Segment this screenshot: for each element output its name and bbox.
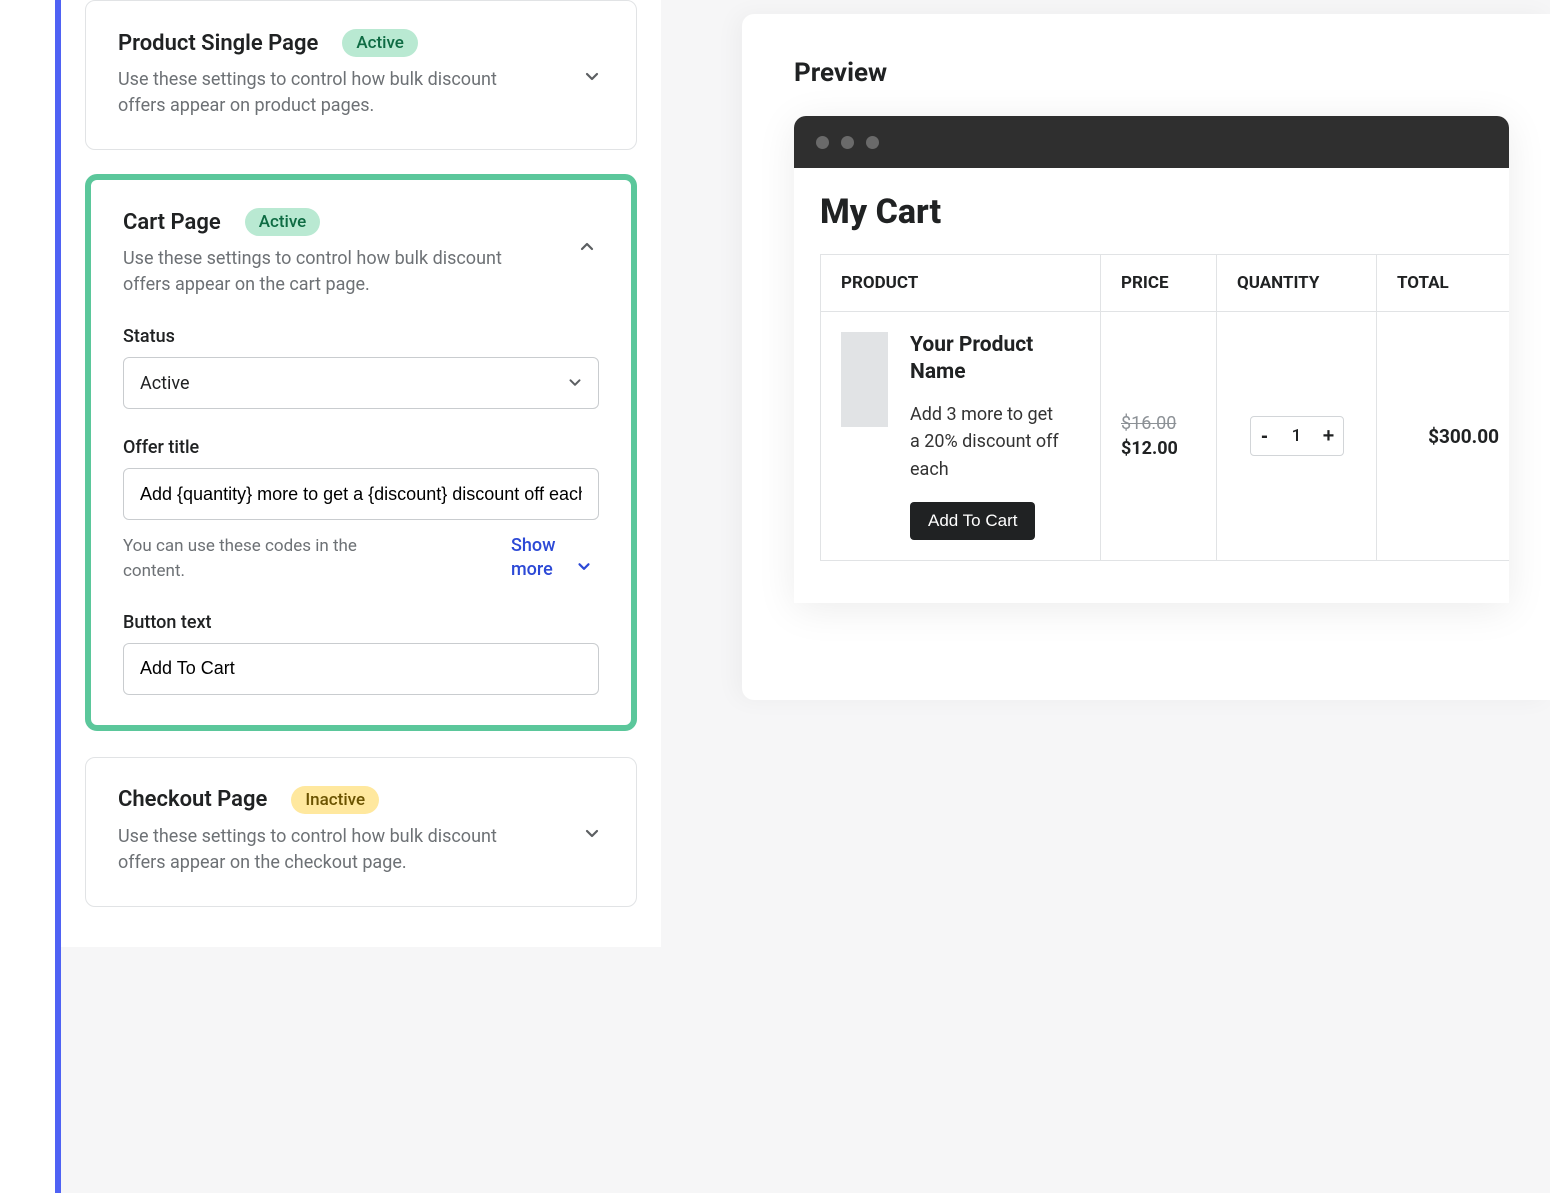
window-dot <box>816 136 829 149</box>
offer-title-help: You can use these codes in the content. <box>123 534 403 583</box>
card-cart-page: Cart Page Active Use these settings to c… <box>85 174 637 730</box>
preview-panel: Preview My Cart PRODUCT PRICE QUANTITY T… <box>742 14 1550 700</box>
cart-table: PRODUCT PRICE QUANTITY TOTAL Your Produc… <box>820 254 1509 561</box>
browser-titlebar <box>794 116 1509 168</box>
label-button-text: Button text <box>123 612 599 633</box>
card-description: Use these settings to control how bulk d… <box>118 824 498 876</box>
offer-title-input-field[interactable] <box>140 484 582 505</box>
product-offer-text: Add 3 more to get a 20% discount off eac… <box>910 401 1060 485</box>
preview-heading: Preview <box>794 58 1550 88</box>
status-badge-inactive: Inactive <box>291 786 379 814</box>
show-more-link[interactable]: Show more <box>511 534 599 581</box>
table-row: Your Product Name Add 3 more to get a 20… <box>821 312 1510 561</box>
qty-value: 1 <box>1279 426 1315 446</box>
cart-title: My Cart <box>820 192 1509 232</box>
expand-toggle[interactable] <box>574 816 610 852</box>
label-status: Status <box>123 326 599 347</box>
price-original: $16.00 <box>1121 413 1196 434</box>
card-description: Use these settings to control how bulk d… <box>118 67 498 119</box>
card-product-single[interactable]: Product Single Page Active Use these set… <box>85 0 637 150</box>
quantity-stepper[interactable]: - 1 + <box>1250 416 1344 456</box>
qty-increment-button[interactable]: + <box>1315 417 1343 455</box>
row-total: $300.00 <box>1377 312 1510 561</box>
card-title: Checkout Page <box>118 787 267 812</box>
chevron-down-icon <box>582 67 602 87</box>
outer-left-gutter <box>0 0 55 1193</box>
settings-column: Product Single Page Active Use these set… <box>61 0 661 947</box>
col-product: PRODUCT <box>821 255 1101 312</box>
col-total: TOTAL <box>1377 255 1510 312</box>
chevron-down-icon <box>566 374 584 392</box>
chevron-up-icon <box>577 236 597 256</box>
offer-title-input[interactable] <box>123 468 599 520</box>
product-thumbnail <box>841 332 888 427</box>
collapse-toggle[interactable] <box>569 228 605 264</box>
status-select[interactable]: Active <box>123 357 599 409</box>
window-dot <box>866 136 879 149</box>
table-header-row: PRODUCT PRICE QUANTITY TOTAL <box>821 255 1510 312</box>
status-badge-active: Active <box>342 29 418 57</box>
button-text-input-field[interactable] <box>140 658 582 679</box>
preview-body: My Cart PRODUCT PRICE QUANTITY TOTAL <box>794 168 1509 603</box>
expand-toggle[interactable] <box>574 59 610 95</box>
window-dot <box>841 136 854 149</box>
browser-mock: My Cart PRODUCT PRICE QUANTITY TOTAL <box>794 116 1509 603</box>
card-title: Product Single Page <box>118 31 318 56</box>
button-text-input[interactable] <box>123 643 599 695</box>
card-checkout-page[interactable]: Checkout Page Inactive Use these setting… <box>85 757 637 907</box>
status-select-value: Active <box>140 373 190 394</box>
col-quantity: QUANTITY <box>1217 255 1377 312</box>
add-to-cart-button[interactable]: Add To Cart <box>910 502 1035 540</box>
product-name: Your Product Name <box>910 332 1070 387</box>
price-discounted: $12.00 <box>1121 438 1196 459</box>
chevron-down-icon <box>575 546 593 570</box>
qty-decrement-button[interactable]: - <box>1251 417 1279 455</box>
chevron-down-icon <box>582 824 602 844</box>
card-description: Use these settings to control how bulk d… <box>123 246 503 298</box>
card-title: Cart Page <box>123 210 221 235</box>
show-more-label: Show more <box>511 534 565 581</box>
label-offer-title: Offer title <box>123 437 599 458</box>
col-price: PRICE <box>1101 255 1217 312</box>
status-badge-active: Active <box>245 208 321 236</box>
